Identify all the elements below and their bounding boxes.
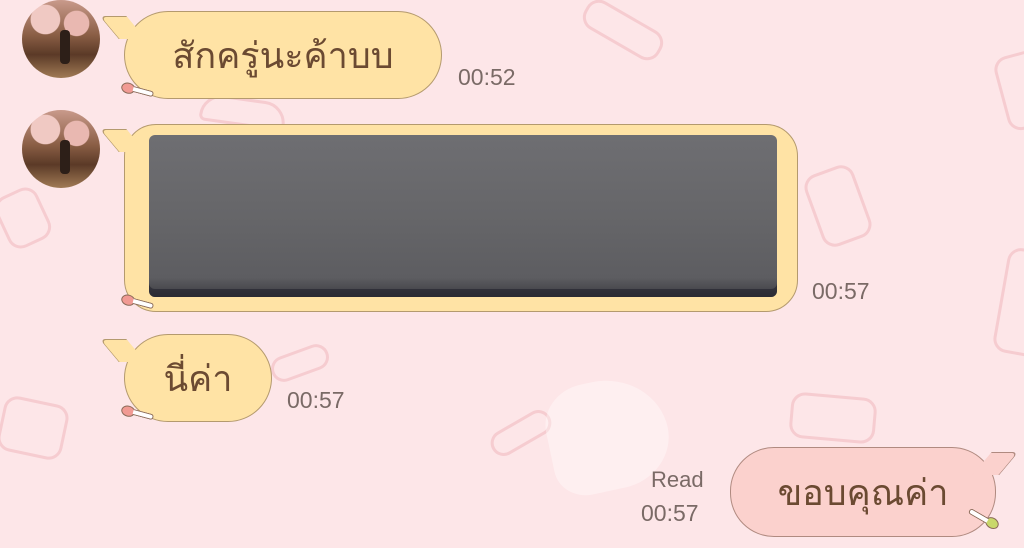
background-doodle (991, 42, 1024, 134)
background-doodle (267, 340, 333, 386)
sender-avatar[interactable] (22, 0, 100, 78)
sender-avatar[interactable] (22, 110, 100, 188)
background-doodle (0, 393, 72, 463)
read-receipt: Read (651, 467, 704, 492)
chat-view[interactable]: สักครู่นะค้าบบ 00:52 00:57 นี่ค่า 00:57 … (0, 0, 1024, 548)
background-doodle (577, 0, 669, 66)
message-timestamp: 00:57 (812, 278, 870, 304)
image-message-bubble[interactable] (124, 124, 798, 312)
background-doodle (800, 161, 876, 251)
message-bubble-outgoing[interactable]: ขอบคุณค่า (730, 447, 996, 537)
message-bubble-incoming[interactable]: สักครู่นะค้าบบ (124, 11, 442, 99)
background-doodle (0, 182, 56, 254)
photo-attachment[interactable] (149, 135, 777, 297)
message-text: สักครู่นะค้าบบ (172, 35, 394, 77)
message-timestamp: 00:52 (458, 64, 516, 90)
background-doodle (788, 391, 878, 445)
background-doodle (991, 245, 1024, 361)
message-text: ขอบคุณค่า (777, 472, 949, 514)
message-timestamp: 00:57 (287, 387, 345, 413)
message-timestamp: 00:57 (641, 500, 699, 526)
message-text: นี่ค่า (163, 358, 233, 400)
